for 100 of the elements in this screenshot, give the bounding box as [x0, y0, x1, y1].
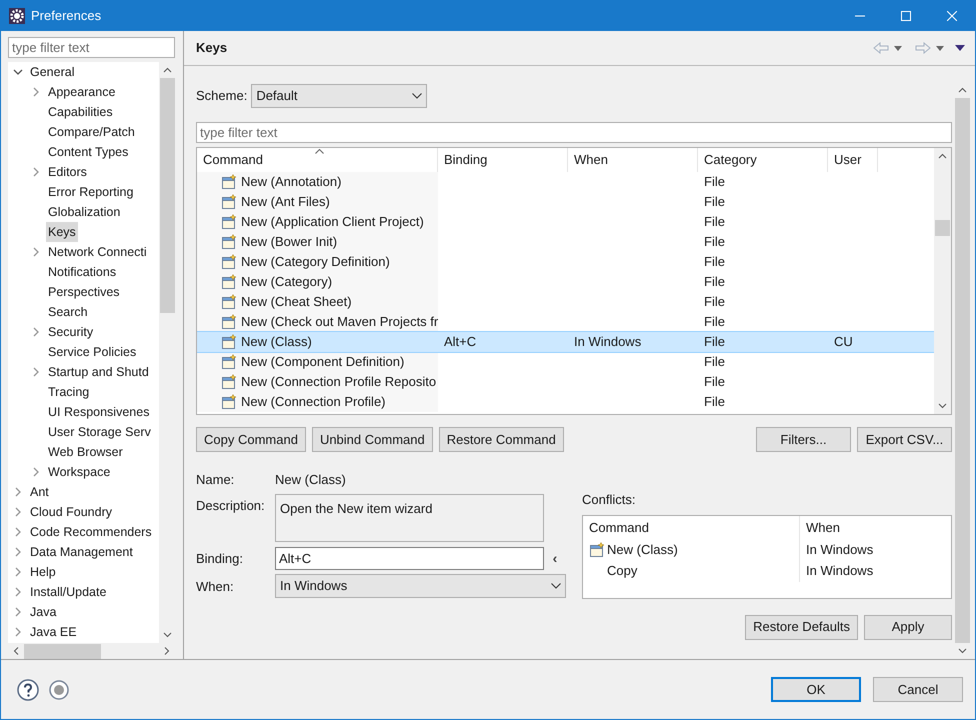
tree-item[interactable]: Globalization: [46, 202, 122, 222]
table-row[interactable]: New (Category Definition) File: [197, 252, 934, 272]
tree-item[interactable]: Code Recommenders: [28, 522, 154, 542]
new-window-icon: [221, 394, 237, 410]
chevron-down-icon: [412, 93, 422, 99]
table-row[interactable]: New (Category) File: [197, 272, 934, 292]
column-header[interactable]: Binding: [438, 148, 568, 172]
tree-item[interactable]: Search: [46, 302, 90, 322]
page-title: Keys: [196, 39, 228, 58]
action-button[interactable]: Copy Command: [196, 427, 306, 452]
tree-item[interactable]: Startup and Shutd: [46, 362, 151, 382]
record-icon[interactable]: [49, 680, 69, 700]
back-arrow-icon[interactable]: [873, 42, 889, 54]
tree-item[interactable]: Error Reporting: [46, 182, 136, 202]
scroll-thumb[interactable]: [160, 78, 174, 313]
tree-item[interactable]: Editors: [46, 162, 89, 182]
table-cell-text: New (Annotation): [241, 173, 342, 192]
table-cell-text: File: [704, 373, 725, 392]
tree-item[interactable]: Workspace: [46, 462, 112, 482]
tree-item[interactable]: Ant: [28, 482, 51, 502]
scheme-dropdown[interactable]: Default: [251, 84, 428, 108]
table-cell-text: Copy: [607, 562, 638, 580]
table-row[interactable]: New (Check out Maven Projects fr File: [197, 312, 934, 332]
tree-item[interactable]: Help: [28, 562, 58, 582]
action-button[interactable]: Apply: [864, 614, 952, 640]
tree-item[interactable]: Tracing: [46, 382, 92, 402]
tree-item[interactable]: Appearance: [46, 82, 118, 102]
cancel-button[interactable]: Cancel: [873, 677, 963, 702]
scheme-label: Scheme:: [196, 87, 248, 106]
tree-item[interactable]: Java EE: [28, 622, 79, 642]
scroll-thumb[interactable]: [955, 98, 970, 643]
tree-item[interactable]: General: [28, 62, 76, 82]
tree-item[interactable]: Compare/Patch: [46, 122, 137, 142]
binding-menu-button[interactable]: ‹: [544, 548, 566, 569]
table-row[interactable]: New (Connection Profile) File: [197, 392, 934, 412]
table-cell-text: File: [704, 213, 725, 232]
binding-field[interactable]: Alt+C: [275, 546, 544, 570]
tree-item[interactable]: UI Responsivenes: [46, 402, 152, 422]
gear-icon: [9, 8, 25, 24]
new-window-icon: [221, 234, 237, 250]
help-icon[interactable]: [17, 678, 39, 700]
column-header[interactable]: User: [828, 148, 878, 172]
tree-item[interactable]: Data Management: [28, 542, 135, 562]
filter-field[interactable]: type filter text: [196, 122, 952, 143]
tree-item[interactable]: User Storage Serv: [46, 422, 153, 442]
action-button[interactable]: Restore Command: [438, 427, 564, 452]
new-window-icon: [221, 174, 237, 190]
action-button[interactable]: Restore Defaults: [745, 614, 858, 640]
column-header[interactable]: When: [568, 148, 698, 172]
vertical-scrollbar[interactable]: [934, 148, 951, 414]
scroll-thumb[interactable]: [24, 644, 101, 658]
tree-item[interactable]: Content Types: [46, 142, 130, 162]
table-cell-text: CU: [834, 333, 853, 352]
tree-item[interactable]: Service Policies: [46, 342, 138, 362]
table-cell-text: New (Connection Profile Reposito: [241, 373, 436, 392]
tree-item[interactable]: Perspectives: [46, 282, 122, 302]
when-dropdown[interactable]: In Windows: [275, 574, 566, 598]
tree-item[interactable]: Keys: [46, 222, 78, 242]
table-row[interactable]: New (Component Definition) File: [197, 352, 934, 372]
tree-item[interactable]: Install/Update: [28, 582, 108, 602]
when-label: When:: [196, 578, 235, 596]
column-header[interactable]: When: [800, 516, 951, 540]
tree-item[interactable]: Cloud Foundry: [28, 502, 114, 522]
menu-icon[interactable]: [955, 45, 965, 51]
ok-button[interactable]: OK: [771, 677, 861, 702]
new-window-icon: [221, 254, 237, 270]
table-row[interactable]: New (Ant Files) File: [197, 192, 934, 212]
column-header[interactable]: Command: [583, 516, 800, 540]
tree-item[interactable]: Notifications: [46, 262, 118, 282]
action-button[interactable]: Filters...: [756, 427, 851, 452]
table-row[interactable]: New (Application Client Project) File: [197, 212, 934, 232]
window-title: Preferences: [31, 7, 102, 26]
forward-arrow-icon[interactable]: [915, 42, 931, 54]
new-window-icon: [589, 542, 605, 558]
table-cell-text: New (Application Client Project): [241, 213, 424, 232]
table-cell-text: New (Bower Init): [241, 233, 338, 252]
column-header[interactable]: Category: [698, 148, 828, 172]
tree-item[interactable]: Security: [46, 322, 96, 342]
caret-icon[interactable]: [936, 46, 944, 50]
tree-item[interactable]: Network Connecti: [46, 242, 149, 262]
command-name: New (Class): [275, 471, 347, 489]
table-row[interactable]: New (Class) Alt+C In Windows File CU: [197, 332, 934, 352]
name-label: Name:: [196, 471, 236, 489]
table-row[interactable]: New (Bower Init) File: [197, 232, 934, 252]
caret-icon[interactable]: [894, 46, 902, 50]
table-row[interactable]: New (Annotation) File: [197, 172, 934, 192]
table-row[interactable]: New (Connection Profile Reposito File: [197, 372, 934, 392]
table-row[interactable]: New (Cheat Sheet) File: [197, 292, 934, 312]
action-button[interactable]: Unbind Command: [312, 427, 433, 452]
filter-field[interactable]: type filter text: [8, 37, 175, 58]
table-cell-text: New (Check out Maven Projects fr: [241, 313, 438, 332]
action-button[interactable]: Export CSV...: [857, 427, 952, 452]
table-cell-text: File: [704, 333, 725, 352]
table-cell-text: In Windows: [805, 541, 874, 560]
binding-label: Binding:: [196, 550, 244, 568]
tree-item[interactable]: Web Browser: [46, 442, 125, 462]
table-cell-text: In Windows: [805, 562, 874, 580]
tree-item[interactable]: Java: [28, 602, 58, 622]
scroll-thumb[interactable]: [935, 220, 950, 236]
tree-item[interactable]: Capabilities: [46, 102, 115, 122]
